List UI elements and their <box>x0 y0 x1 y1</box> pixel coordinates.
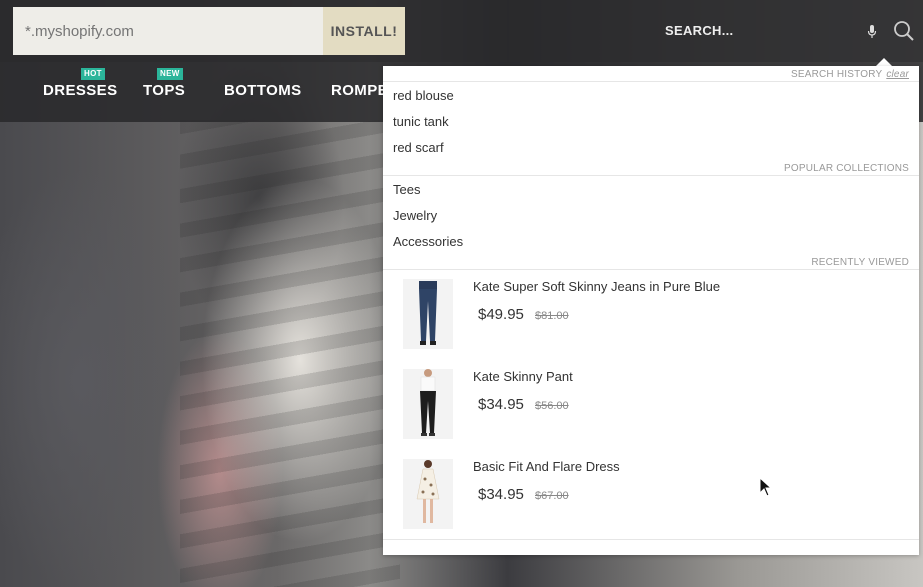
hot-badge: HOT <box>81 68 105 80</box>
collection-item[interactable]: Accessories <box>393 234 463 249</box>
history-item[interactable]: red scarf <box>393 140 444 155</box>
search-history-header: SEARCH HISTORY clear <box>791 69 909 80</box>
search-icon[interactable] <box>893 20 915 42</box>
product-item[interactable]: Kate Super Soft Skinny Jeans in Pure Blu… <box>383 279 919 365</box>
search-input[interactable]: SEARCH... <box>665 23 733 38</box>
collection-item[interactable]: Tees <box>393 182 420 197</box>
nav-item-bottoms[interactable]: BOTTOMS <box>224 82 302 99</box>
recently-viewed-header: RECENTLY VIEWED <box>811 257 909 268</box>
new-badge: NEW <box>157 68 183 80</box>
product-original-price: $67.00 <box>535 490 569 502</box>
nav-item-label: BOTTOMS <box>224 82 302 99</box>
divider <box>383 175 919 176</box>
background-texture <box>180 120 400 587</box>
divider <box>383 269 919 270</box>
microphone-icon[interactable] <box>866 24 878 40</box>
divider <box>383 539 919 540</box>
history-item[interactable]: red blouse <box>393 88 454 103</box>
product-item[interactable]: Kate Skinny Pant $34.95 $56.00 <box>383 369 919 455</box>
history-item[interactable]: tunic tank <box>393 114 449 129</box>
product-thumbnail <box>403 459 453 529</box>
section-title: SEARCH HISTORY <box>790 69 883 80</box>
product-price: $34.95 <box>478 396 524 413</box>
product-thumbnail <box>403 279 453 349</box>
nav-item-dresses[interactable]: HOT DRESSES <box>43 68 118 99</box>
product-item[interactable]: Basic Fit And Flare Dress $34.95 $67.00 <box>383 459 919 545</box>
nav-item-label: DRESSES <box>43 82 118 99</box>
product-price: $34.95 <box>478 486 524 503</box>
mouse-cursor-icon <box>759 477 773 497</box>
nav-item-label: TOPS <box>143 82 186 99</box>
section-title: POPULAR COLLECTIONS <box>784 163 909 174</box>
collection-item[interactable]: Jewelry <box>393 208 437 223</box>
product-name: Kate Super Soft Skinny Jeans in Pure Blu… <box>473 279 721 294</box>
clear-history-link[interactable]: clear <box>886 69 909 80</box>
shop-domain-input[interactable] <box>13 7 323 55</box>
product-name: Kate Skinny Pant <box>473 369 573 384</box>
product-thumbnail <box>403 369 453 439</box>
product-original-price: $56.00 <box>535 400 569 412</box>
top-bar: INSTALL! SEARCH... <box>0 0 923 62</box>
dropdown-caret <box>876 58 892 66</box>
product-price: $49.95 <box>478 306 524 323</box>
section-title: RECENTLY VIEWED <box>811 257 909 268</box>
install-button[interactable]: INSTALL! <box>323 7 405 55</box>
popular-collections-header: POPULAR COLLECTIONS <box>784 163 909 174</box>
search-dropdown: SEARCH HISTORY clear red blouse tunic tan… <box>383 66 919 555</box>
divider <box>383 81 919 82</box>
product-original-price: $81.00 <box>535 310 569 322</box>
product-name: Basic Fit And Flare Dress <box>473 459 620 474</box>
nav-item-tops[interactable]: NEW TOPS <box>143 68 186 99</box>
